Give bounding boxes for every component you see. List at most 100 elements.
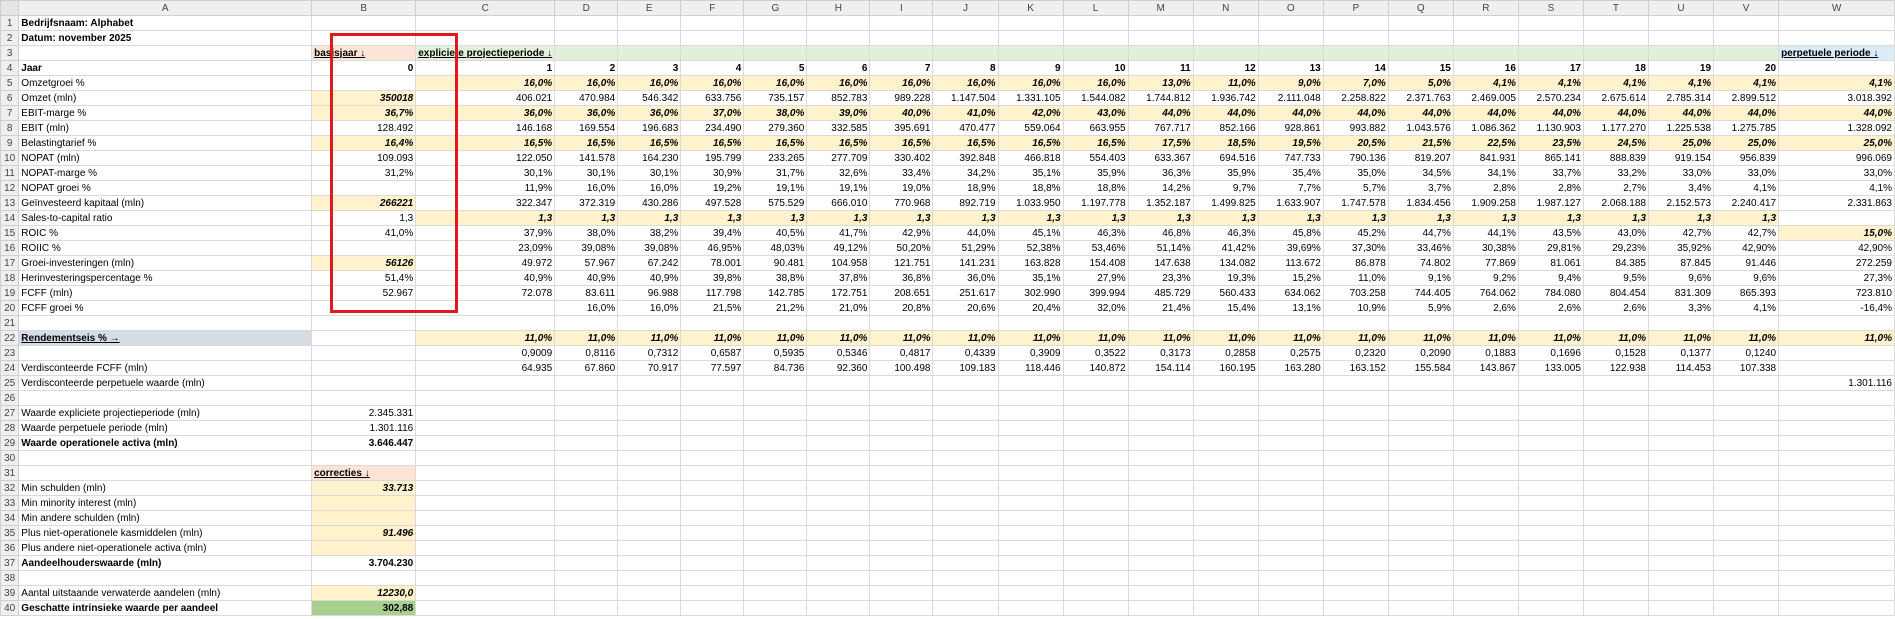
cell-o25[interactable]	[1257, 375, 1324, 391]
cell-p6[interactable]: 2.258.822	[1322, 90, 1389, 106]
cell-f18[interactable]: 39,8%	[680, 270, 745, 286]
cell-q19[interactable]: 744.405	[1387, 285, 1454, 301]
cell-p16[interactable]: 37,30%	[1322, 240, 1389, 256]
cell-m4[interactable]: 11	[1127, 60, 1194, 76]
cell-s31[interactable]	[1517, 465, 1584, 481]
cell-s8[interactable]: 1.130.903	[1517, 120, 1584, 136]
cell-c26[interactable]	[415, 390, 556, 406]
cell-r15[interactable]: 44,1%	[1452, 225, 1519, 241]
cell-w14[interactable]	[1778, 210, 1895, 226]
cell-c18[interactable]: 40,9%	[415, 270, 556, 286]
cell-s18[interactable]: 9,4%	[1517, 270, 1584, 286]
column-header-v[interactable]: V	[1713, 0, 1780, 16]
cell-n30[interactable]	[1192, 450, 1259, 466]
cell-g11[interactable]: 31,7%	[743, 165, 808, 181]
cell-a6[interactable]: Omzet (mln)	[18, 90, 313, 106]
cell-v4[interactable]: 20	[1713, 60, 1780, 76]
cell-i22[interactable]: 11,0%	[869, 330, 934, 346]
column-header-u[interactable]: U	[1647, 0, 1715, 16]
cell-t39[interactable]	[1582, 585, 1649, 601]
cell-r36[interactable]	[1452, 540, 1519, 556]
cell-s36[interactable]	[1517, 540, 1584, 556]
column-header-d[interactable]: D	[554, 0, 619, 16]
cell-r37[interactable]	[1452, 555, 1519, 571]
cell-d20[interactable]: 16,0%	[554, 300, 619, 316]
cell-k25[interactable]	[997, 375, 1064, 391]
cell-g39[interactable]	[743, 585, 808, 601]
cell-m23[interactable]: 0,3173	[1127, 345, 1194, 361]
cell-p5[interactable]: 7,0%	[1322, 75, 1389, 91]
cell-g33[interactable]	[743, 495, 808, 511]
cell-a16[interactable]: ROIIC %	[18, 240, 313, 256]
cell-i27[interactable]	[869, 405, 934, 421]
cell-n10[interactable]: 694.516	[1192, 150, 1259, 166]
cell-w17[interactable]: 272.259	[1778, 255, 1895, 271]
row-header[interactable]: 11	[0, 165, 20, 181]
cell-a10[interactable]: NOPAT (mln)	[18, 150, 313, 166]
cell-s40[interactable]	[1517, 600, 1584, 616]
cell-g7[interactable]: 38,0%	[743, 105, 808, 121]
column-header-j[interactable]: J	[932, 0, 999, 16]
cell-j4[interactable]: 8	[932, 60, 999, 76]
cell-g32[interactable]	[743, 480, 808, 496]
cell-v37[interactable]	[1713, 555, 1780, 571]
cell-i5[interactable]: 16,0%	[869, 75, 934, 91]
cell-o4[interactable]: 13	[1257, 60, 1324, 76]
cell-f6[interactable]: 633.756	[680, 90, 745, 106]
cell-f26[interactable]	[680, 390, 745, 406]
cell-a5[interactable]: Omzetgroei %	[18, 75, 313, 91]
cell-h18[interactable]: 37,8%	[806, 270, 871, 286]
cell-q1[interactable]	[1387, 15, 1454, 31]
cell-n28[interactable]	[1192, 420, 1259, 436]
cell-p8[interactable]: 993.882	[1322, 120, 1389, 136]
cell-a27[interactable]: Waarde expliciete projectieperiode (mln)	[18, 405, 313, 421]
cell-h15[interactable]: 41,7%	[806, 225, 871, 241]
cell-t4[interactable]: 18	[1582, 60, 1649, 76]
cell-s24[interactable]: 133.005	[1517, 360, 1584, 376]
cell-w27[interactable]	[1778, 405, 1895, 421]
cell-u38[interactable]	[1647, 570, 1715, 586]
cell-u17[interactable]: 87.845	[1647, 255, 1715, 271]
cell-o26[interactable]	[1257, 390, 1324, 406]
cell-i17[interactable]: 121.751	[869, 255, 934, 271]
cell-o34[interactable]	[1257, 510, 1324, 526]
cell-i15[interactable]: 42,9%	[869, 225, 934, 241]
cell-s21[interactable]	[1517, 315, 1584, 331]
cell-b25[interactable]	[311, 375, 417, 391]
cell-j14[interactable]: 1,3	[932, 210, 999, 226]
cell-u1[interactable]	[1647, 15, 1715, 31]
cell-p36[interactable]	[1322, 540, 1389, 556]
cell-g25[interactable]	[743, 375, 808, 391]
cell-u36[interactable]	[1647, 540, 1715, 556]
cell-r22[interactable]: 11,0%	[1452, 330, 1519, 346]
cell-l22[interactable]: 11,0%	[1062, 330, 1129, 346]
cell-e14[interactable]: 1,3	[617, 210, 682, 226]
cell-l21[interactable]	[1062, 315, 1129, 331]
cell-r28[interactable]	[1452, 420, 1519, 436]
cell-e32[interactable]	[617, 480, 682, 496]
cell-p28[interactable]	[1322, 420, 1389, 436]
cell-l26[interactable]	[1062, 390, 1129, 406]
cell-w29[interactable]	[1778, 435, 1895, 451]
cell-j5[interactable]: 16,0%	[932, 75, 999, 91]
cell-j33[interactable]	[932, 495, 999, 511]
cell-r2[interactable]	[1452, 30, 1519, 46]
cell-j19[interactable]: 251.617	[932, 285, 999, 301]
cell-w38[interactable]	[1778, 570, 1895, 586]
cell-a24[interactable]: Verdisconteerde FCFF (mln)	[18, 360, 313, 376]
cell-b29[interactable]: 3.646.447	[311, 435, 417, 451]
cell-h27[interactable]	[806, 405, 871, 421]
cell-m19[interactable]: 485.729	[1127, 285, 1194, 301]
cell-e7[interactable]: 36,0%	[617, 105, 682, 121]
cell-p19[interactable]: 703.258	[1322, 285, 1389, 301]
cell-p14[interactable]: 1,3	[1322, 210, 1389, 226]
cell-m14[interactable]: 1,3	[1127, 210, 1194, 226]
cell-f36[interactable]	[680, 540, 745, 556]
cell-q37[interactable]	[1387, 555, 1454, 571]
cell-b2[interactable]	[311, 30, 417, 46]
cell-a11[interactable]: NOPAT-marge %	[18, 165, 313, 181]
cell-h22[interactable]: 11,0%	[806, 330, 871, 346]
cell-i21[interactable]	[869, 315, 934, 331]
cell-k3[interactable]	[997, 45, 1064, 61]
cell-w4[interactable]	[1778, 60, 1895, 76]
